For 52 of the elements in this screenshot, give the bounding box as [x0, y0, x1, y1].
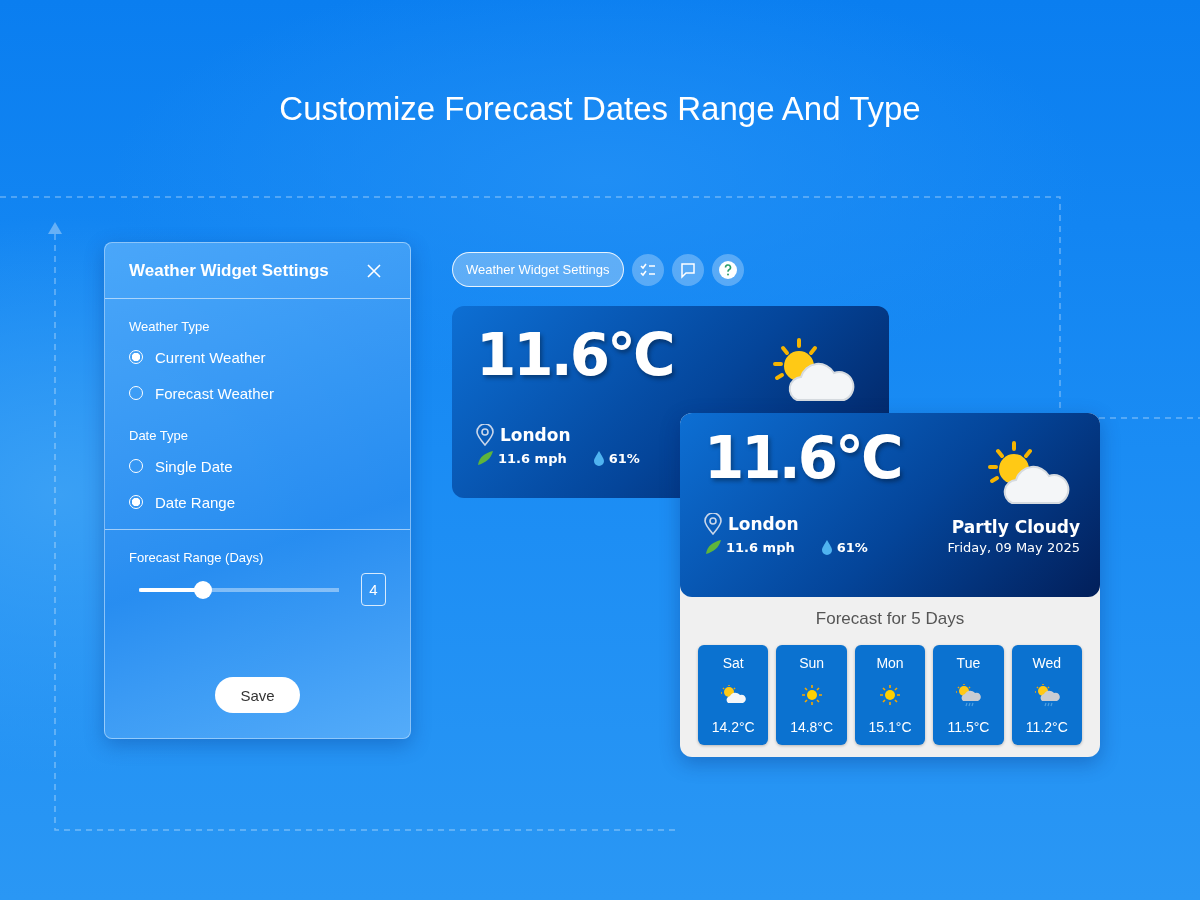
slider-thumb[interactable] — [193, 580, 212, 599]
radio-button[interactable] — [129, 350, 143, 364]
leaf-icon — [704, 539, 722, 555]
location-pin-icon — [704, 513, 722, 535]
water-drop-icon — [592, 450, 605, 466]
sun-icon — [879, 684, 901, 706]
leaf-icon — [476, 450, 494, 466]
city-name: London — [728, 514, 799, 534]
sun-cloud-rain-icon — [955, 683, 982, 707]
close-icon[interactable] — [366, 263, 382, 279]
comment-icon[interactable] — [671, 253, 704, 286]
humidity: 61% — [836, 539, 868, 555]
panel-title: Weather Widget Settings — [129, 261, 329, 281]
radio-label[interactable]: Current Weather — [155, 348, 266, 366]
forecast-title: Forecast for 5 Days — [814, 608, 966, 630]
day-name: Sat — [722, 655, 744, 671]
wind-speed: 11.6 mph — [726, 539, 795, 555]
settings-button[interactable]: Weather Widget Settings — [452, 252, 624, 287]
day-temperature: 14.2°C — [711, 719, 755, 735]
temperature: 11.6°C — [476, 324, 673, 388]
day-name: Tue — [956, 655, 981, 671]
group-label: Date Type — [129, 428, 190, 443]
range-value-field[interactable]: 4 — [361, 573, 386, 606]
sun-cloud-icon — [720, 684, 747, 706]
help-icon[interactable] — [711, 253, 744, 286]
weather-condition: Partly Cloudy — [951, 517, 1080, 537]
sun-icon — [800, 684, 823, 706]
day-name: Mon — [876, 655, 904, 671]
humidity: 61% — [608, 450, 640, 466]
day-temperature: 11.2°C — [1025, 719, 1068, 735]
water-drop-icon — [820, 539, 833, 555]
wind-speed: 11.6 mph — [498, 450, 567, 466]
radio-label[interactable]: Forecast Weather — [155, 384, 274, 402]
range-label: Forecast Range (Days) — [129, 550, 265, 565]
radio-label[interactable]: Single Date — [155, 457, 233, 475]
city-name: London — [500, 425, 571, 445]
location-pin-icon — [476, 424, 494, 446]
save-button[interactable]: Save — [215, 677, 300, 713]
day-temperature: 15.1°C — [868, 719, 912, 735]
radio-button[interactable] — [129, 495, 143, 509]
temperature: 11.6°C — [704, 427, 901, 491]
date-label: Friday, 09 May 2025 — [947, 540, 1080, 555]
day-temperature: 11.5°C — [947, 719, 990, 735]
day-temperature: 14.8°C — [790, 719, 834, 735]
sun-cloud-rain-icon — [1033, 683, 1060, 707]
group-label: Weather Type — [129, 319, 211, 334]
day-name: Wed — [1032, 655, 1062, 671]
arrow-head-icon — [48, 222, 62, 234]
checklist-icon[interactable] — [631, 253, 664, 286]
headline: Customize Forecast Dates Range And Type — [278, 89, 922, 128]
radio-label[interactable]: Date Range — [155, 493, 236, 511]
day-name: Sun — [799, 655, 825, 671]
